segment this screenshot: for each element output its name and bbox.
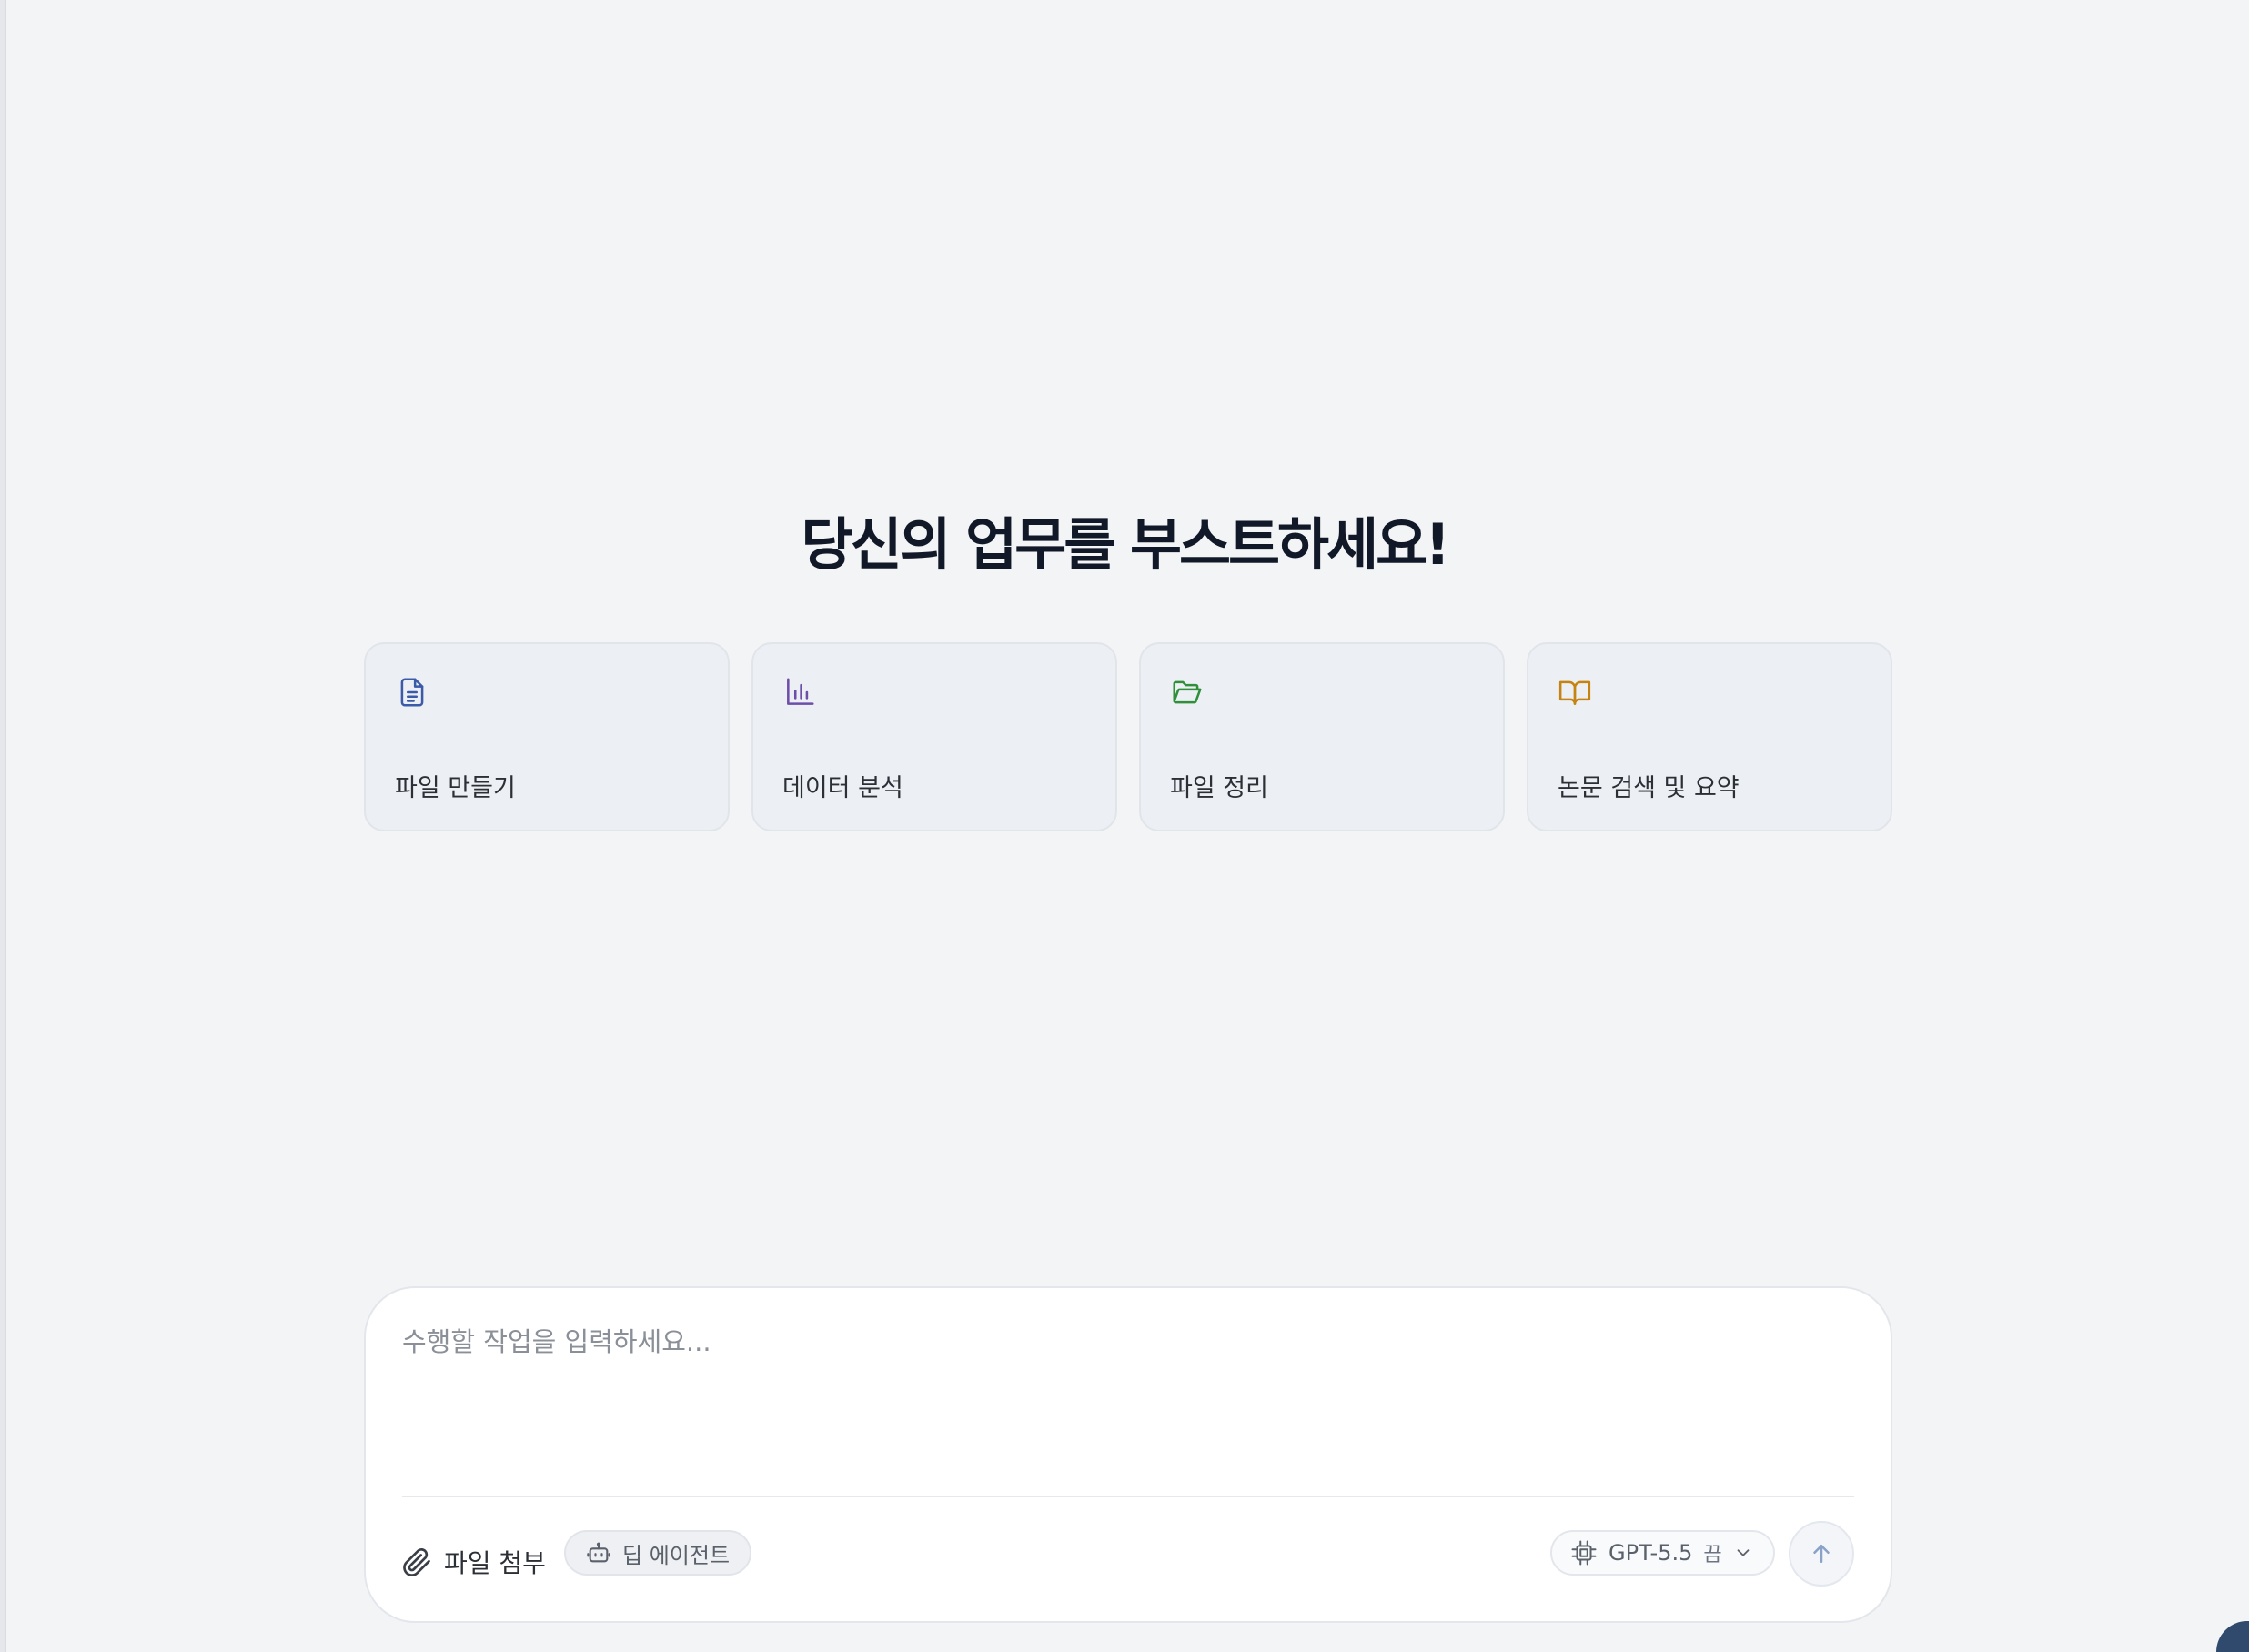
folder-open-icon (1170, 675, 1205, 710)
send-button[interactable] (1789, 1521, 1854, 1587)
deep-agent-label: 딥 에이전트 (622, 1542, 731, 1568)
card-label: 논문 검색 및 요약 (1558, 774, 1740, 802)
cpu-icon (1571, 1540, 1597, 1566)
model-selector[interactable]: GPT-5.5 끔 (1550, 1530, 1775, 1576)
card-label: 데이터 분석 (782, 774, 903, 802)
chat-composer: 파일 첨부 딥 에이전트 GPT-5.5 끔 (364, 1286, 1892, 1623)
paperclip-icon (403, 1548, 430, 1576)
card-label: 파일 정리 (1170, 774, 1268, 802)
deep-agent-toggle[interactable]: 딥 에이전트 (564, 1530, 752, 1576)
card-organize-files[interactable]: 파일 정리 (1139, 642, 1505, 831)
quick-action-cards: 파일 만들기 데이터 분석 파일 정리 논문 검색 및 요약 (364, 642, 1892, 831)
card-paper-search[interactable]: 논문 검색 및 요약 (1527, 642, 1892, 831)
model-toggle-state: 끔 (1703, 1544, 1722, 1566)
card-label: 파일 만들기 (395, 774, 516, 802)
sidebar-edge (0, 0, 6, 1652)
bar-chart-icon (782, 675, 817, 710)
task-input[interactable] (402, 1321, 1840, 1403)
bot-icon (587, 1542, 610, 1563)
document-icon (395, 675, 429, 710)
composer-divider (402, 1496, 1854, 1497)
book-open-icon (1558, 675, 1592, 710)
arrow-up-icon (1813, 1545, 1830, 1563)
chevron-down-icon (1737, 1549, 1750, 1556)
card-data-analysis[interactable]: 데이터 분석 (751, 642, 1117, 831)
corner-accent (2216, 1621, 2249, 1652)
app-page: 당신의 업무를 부스트하세요! 파일 만들기 데이터 분석 파일 정리 논문 검… (0, 0, 2249, 1652)
attach-file-label: 파일 첨부 (444, 1548, 546, 1578)
attach-file-button[interactable]: 파일 첨부 (400, 1539, 546, 1585)
card-create-file[interactable]: 파일 만들기 (364, 642, 730, 831)
page-title: 당신의 업무를 부스트하세요! (801, 511, 1451, 578)
model-name: GPT-5.5 (1609, 1540, 1693, 1566)
